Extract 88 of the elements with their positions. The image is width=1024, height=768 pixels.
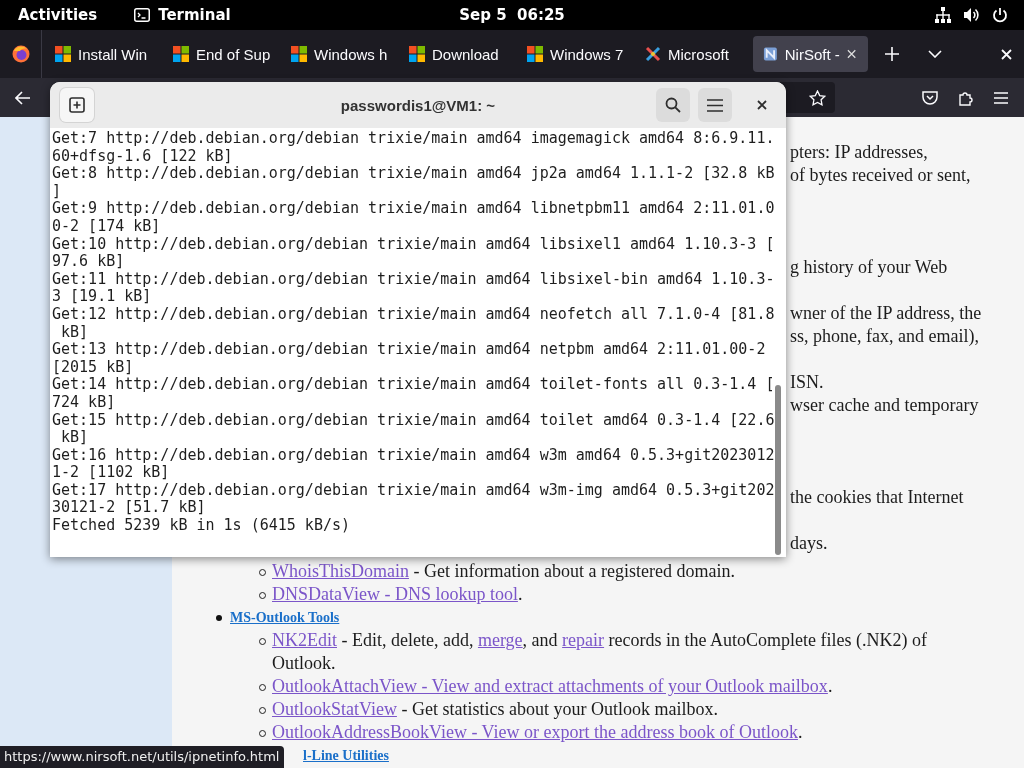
firefox-icon[interactable]: [11, 45, 30, 63]
list-item-text: OutlookStatView - Get statistics about your Outlook mailbox.: [272, 698, 719, 721]
terminal-line: Get:12 http://deb.debian.org/debian trixie/main amd64 neofetch all 7.1.0-4 [81.8: [52, 305, 775, 324]
page-link[interactable]: DNSDataView - DNS lookup tool: [272, 584, 518, 604]
star-icon[interactable]: [809, 89, 826, 106]
page-text: the cookies that Internet: [790, 486, 965, 509]
terminal-line: Fetched 5239 kB in 1s (6415 kB/s): [52, 517, 350, 535]
windows-logo-icon: [55, 46, 71, 62]
list-item-text: OutlookAddressBookView - View or export the address book of Outlook.: [272, 721, 804, 744]
crossed-tools-icon: [645, 46, 661, 62]
url-tooltip: https://www.nirsoft.net/utils/ipnetinfo.html: [0, 746, 285, 768]
n-logo-icon: [763, 46, 778, 62]
section-heading-link[interactable]: l-Line Utilities: [303, 744, 389, 767]
page-link[interactable]: OutlookStatView: [272, 699, 397, 719]
window-title: passwordis1@VM1: ~: [340, 96, 496, 114]
list-item-text: WhoisThisDomain - Get information about a registered domain.: [272, 560, 736, 583]
activities-button[interactable]: Activities: [18, 6, 98, 24]
terminal-line: 1-2 [1102 kB]: [52, 464, 170, 482]
terminal-line: Get:10 http://deb.debian.org/debian trixie/main amd64 libsixel1 amd64 1.10.3-3 [: [52, 235, 775, 254]
terminal-line: Get:17 http://deb.debian.org/debian trixie/main amd64 w3m-img amd64 0.5.3+git202: [52, 481, 775, 500]
back-arrow-icon[interactable]: [15, 90, 31, 105]
list-item-text: NK2Edit - Edit, delete, add, merge, and repair records in the AutoComplete files (.NK2) of Outlook.: [272, 629, 928, 675]
browser-tab[interactable]: Windows h: [281, 36, 396, 72]
terminal-line: Get:16 http://deb.debian.org/debian trixie/main amd64 w3m amd64 0.5.3+git2023012: [52, 446, 775, 465]
section-heading-link[interactable]: MS-Outlook Tools: [230, 606, 340, 629]
terminal-line: Get:9 http://deb.debian.org/debian trixie/main amd64 libnetpbm11 amd64 2:11.01.0: [52, 200, 775, 218]
puzzle-piece-icon[interactable]: [958, 89, 974, 106]
terminal-line: Get:15 http://deb.debian.org/debian trixie/main amd64 toilet amd64 0.3-1.4 [22.6: [52, 411, 775, 430]
terminal-line: Get:13 http://deb.debian.org/debian trixie/main amd64 netpbm amd64 2:11.01.00-2: [52, 341, 766, 359]
page-text: wner of the IP address, the: [790, 302, 983, 325]
search-icon: [665, 97, 681, 113]
scrollbar-thumb[interactable]: [775, 385, 781, 555]
terminal-line: Get:7 http://deb.debian.org/debian trixie/main amd64 imagemagick amd64 8:6.9.11.: [52, 130, 775, 148]
page-link[interactable]: repair: [562, 630, 605, 650]
clock[interactable]: Sep 5 06:25: [459, 6, 565, 24]
windows-logo-icon: [409, 46, 425, 62]
volume-icon[interactable]: [963, 7, 980, 23]
browser-tab[interactable]: End of Sup: [163, 36, 278, 72]
menu-button[interactable]: [698, 88, 732, 122]
page-text: ISN.: [790, 371, 825, 394]
plus-icon[interactable]: [885, 47, 899, 61]
menu-icon[interactable]: [994, 91, 1008, 104]
terminal-line: kB]: [60, 429, 89, 447]
plus-square-icon: [69, 97, 85, 113]
terminal-line: 30121-2 [51.7 kB]: [52, 499, 206, 518]
terminal-line: 60+dfsg-1.6 [122 kB]: [52, 147, 233, 166]
page-link[interactable]: NK2Edit: [272, 630, 337, 650]
new-tab-button[interactable]: [60, 88, 94, 122]
close-icon[interactable]: [757, 100, 767, 110]
terminal-line: 3 [19.1 kB]: [52, 288, 152, 306]
page-text: days.: [790, 532, 829, 555]
page-text: pters: IP addresses,: [790, 141, 929, 164]
list-item-text: DNSDataView - DNS lookup tool.: [272, 583, 524, 606]
terminal-line: Get:11 http://deb.debian.org/debian trixie/main amd64 libsixel-bin amd64 1.10.3-: [52, 270, 775, 289]
app-menu[interactable]: Terminal: [158, 6, 231, 24]
terminal-line: ]: [52, 182, 62, 201]
windows-logo-icon: [527, 46, 543, 62]
terminal-line: 97.6 kB]: [52, 253, 125, 271]
terminal-icon: [134, 8, 151, 22]
terminal-line: 724 kB]: [52, 393, 116, 412]
terminal-line: kB]: [60, 323, 89, 342]
browser-tab[interactable]: Microsoft: [635, 36, 750, 72]
page-text: ss, phone, fax, and email),: [790, 325, 980, 348]
page-link[interactable]: OutlookAddressBookView - View or export the address book of Outlook: [272, 722, 798, 742]
terminal-line: Get:8 http://deb.debian.org/debian trixie/main amd64 jp2a amd64 1.1.1-2 [32.8 kB: [52, 165, 775, 183]
network-icon[interactable]: [935, 7, 951, 23]
chevron-down-icon[interactable]: [928, 50, 942, 58]
page-text: wser cache and temporary: [790, 394, 980, 417]
search-button[interactable]: [656, 88, 690, 122]
windows-logo-icon: [291, 46, 307, 62]
browser-tab[interactable]: Download: [399, 36, 514, 72]
power-icon[interactable]: [992, 7, 1008, 23]
page-link[interactable]: WhoisThisDomain: [272, 561, 409, 581]
terminal-line: Get:14 http://deb.debian.org/debian trixie/main amd64 toilet-fonts all 0.3-1.4 [: [52, 376, 775, 394]
terminal-line: 0-2 [174 kB]: [52, 217, 161, 236]
browser-tab[interactable]: Install Win: [45, 36, 160, 72]
pocket-icon[interactable]: [922, 90, 938, 105]
bullet-icon: [216, 615, 222, 621]
list-item-text: OutlookAttachView - View and extract attachments of your Outlook mailbox.: [272, 675, 834, 698]
terminal-line: [2015 kB]: [52, 358, 134, 377]
menu-icon: [707, 98, 723, 112]
browser-tab[interactable]: NirSoft -: [753, 36, 868, 72]
page-text: of bytes received or sent,: [790, 164, 972, 187]
browser-tab[interactable]: Windows 7: [517, 36, 632, 72]
windows-logo-icon: [173, 46, 189, 62]
page-text: g history of your Web: [790, 256, 949, 279]
page-link[interactable]: merge: [477, 630, 523, 650]
page-link[interactable]: OutlookAttachView - View and extract attachments of your Outlook mailbox: [272, 676, 828, 696]
